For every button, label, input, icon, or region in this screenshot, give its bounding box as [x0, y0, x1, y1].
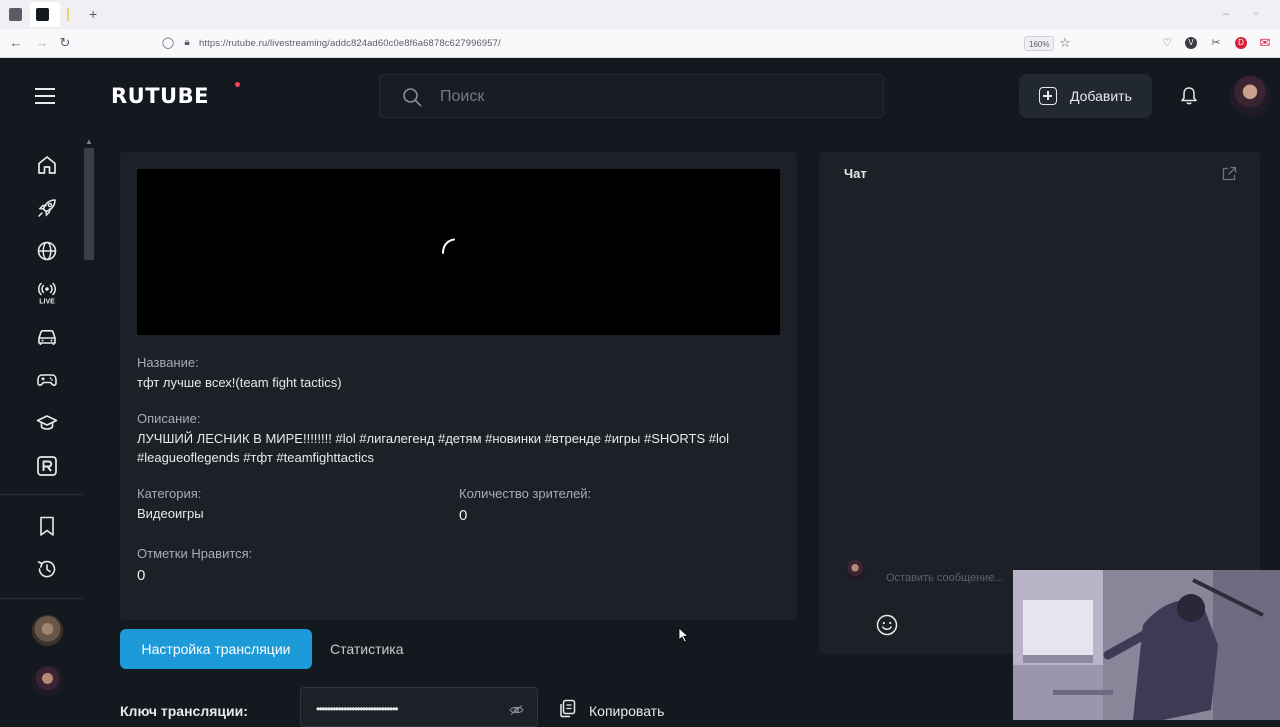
name-label: Название:	[137, 355, 199, 370]
webcam-overlay	[1013, 570, 1280, 720]
copy-button[interactable]: Копировать	[589, 703, 664, 719]
chat-title: Чат	[844, 166, 867, 181]
search-box[interactable]: Поиск	[379, 74, 884, 118]
loading-spinner-icon	[442, 238, 455, 254]
logo-dot	[235, 82, 240, 87]
mouse-cursor-icon	[678, 627, 689, 643]
gamepad-icon[interactable]	[35, 368, 59, 392]
zoom-level[interactable]: 160%	[1024, 36, 1055, 51]
rutube-favicon-icon	[36, 8, 49, 21]
new-tab-icon[interactable]: +	[89, 6, 97, 22]
extension-icon[interactable]: ✂	[1209, 36, 1223, 50]
plus-square-icon	[1039, 87, 1057, 105]
extension-mail-icon[interactable]: ✉	[1258, 36, 1272, 50]
browser-tab-strip: + – ▫	[0, 0, 1280, 29]
add-button-label: Добавить	[1070, 88, 1132, 104]
active-tab[interactable]	[30, 2, 60, 27]
home-icon[interactable]	[35, 153, 59, 177]
chat-user-avatar	[845, 559, 865, 581]
search-icon	[403, 88, 422, 107]
pocket-icon[interactable]: ♡	[1160, 36, 1174, 50]
name-value: тфт лучше всех!(team fight tactics)	[137, 375, 342, 390]
graduation-cap-icon[interactable]	[35, 411, 59, 435]
viewers-label: Количество зрителей:	[459, 486, 592, 501]
stream-key-field[interactable]: ••••••••••••••••••••••••••••••	[300, 687, 538, 727]
chat-input-placeholder: Оставить сообщение...	[886, 572, 1004, 584]
tab-statistics[interactable]: Статистика	[330, 641, 404, 657]
user-avatar[interactable]	[1230, 75, 1270, 117]
tab-favicon-icon[interactable]	[9, 8, 22, 21]
rocket-icon[interactable]	[35, 196, 59, 220]
restore-icon[interactable]: ▫	[1254, 8, 1258, 20]
rutube-r-icon[interactable]	[35, 454, 59, 478]
subscription-avatar-2[interactable]	[32, 666, 63, 697]
description-value: ЛУЧШИЙ ЛЕСНИК В МИРЕ!!!!!!!! #lol #лигал…	[137, 431, 729, 465]
category-value: Видеоигры	[137, 506, 204, 521]
eye-off-icon[interactable]	[509, 705, 524, 715]
viewers-value: 0	[459, 507, 468, 524]
lock-icon[interactable]: 🔒︎	[180, 36, 194, 50]
history-icon[interactable]	[35, 557, 59, 581]
globe-icon[interactable]	[35, 239, 59, 263]
category-label: Категория:	[137, 486, 202, 501]
copy-icon[interactable]	[558, 699, 577, 718]
forward-icon[interactable]: →	[35, 36, 49, 50]
description-label: Описание:	[137, 411, 201, 426]
menu-icon[interactable]	[35, 88, 55, 104]
stream-key-masked: ••••••••••••••••••••••••••••••	[316, 702, 399, 716]
car-icon[interactable]	[35, 325, 59, 349]
likes-value: 0	[137, 567, 146, 584]
sidebar-divider	[0, 494, 83, 495]
emoji-icon[interactable]	[876, 614, 898, 636]
sidebar-scrollbar[interactable]	[84, 148, 94, 260]
tab-stream-settings[interactable]: Настройка трансляции	[120, 629, 312, 669]
bookmark-icon[interactable]	[35, 514, 59, 538]
tab-separator	[67, 8, 69, 21]
likes-label: Отметки Нравится:	[137, 546, 253, 561]
bookmark-star-icon[interactable]: ☆	[1058, 36, 1072, 50]
external-link-icon[interactable]	[1221, 166, 1237, 182]
add-button[interactable]: Добавить	[1019, 74, 1152, 118]
minimize-icon[interactable]: –	[1223, 8, 1229, 20]
extension-v-icon[interactable]: V	[1185, 37, 1197, 49]
shield-icon[interactable]: ◯	[161, 36, 175, 50]
svg-text:LIVE: LIVE	[39, 299, 55, 306]
search-input[interactable]: Поиск	[440, 88, 484, 106]
reload-icon[interactable]: ↻	[58, 36, 72, 50]
scroll-up-icon[interactable]: ▲	[85, 137, 93, 146]
anime-scene-image	[1013, 570, 1280, 720]
stream-key-label: Ключ трансляции:	[120, 703, 248, 719]
browser-toolbar: ← → ↻ ◯ 🔒︎ ☆ ♡ V ✂ D ✉	[0, 29, 1280, 58]
subscription-avatar-1[interactable]	[32, 615, 63, 646]
live-icon[interactable]: LIVE	[35, 282, 59, 306]
sidebar-divider-2	[0, 598, 83, 599]
back-icon[interactable]: ←	[9, 36, 23, 50]
rutube-logo[interactable]: RUTUBE	[111, 84, 209, 108]
url-bar[interactable]: https://rutube.ru/livestreaming/addc824a…	[199, 38, 501, 49]
extension-red-icon[interactable]: D	[1235, 37, 1247, 49]
bell-icon[interactable]	[1179, 86, 1199, 106]
